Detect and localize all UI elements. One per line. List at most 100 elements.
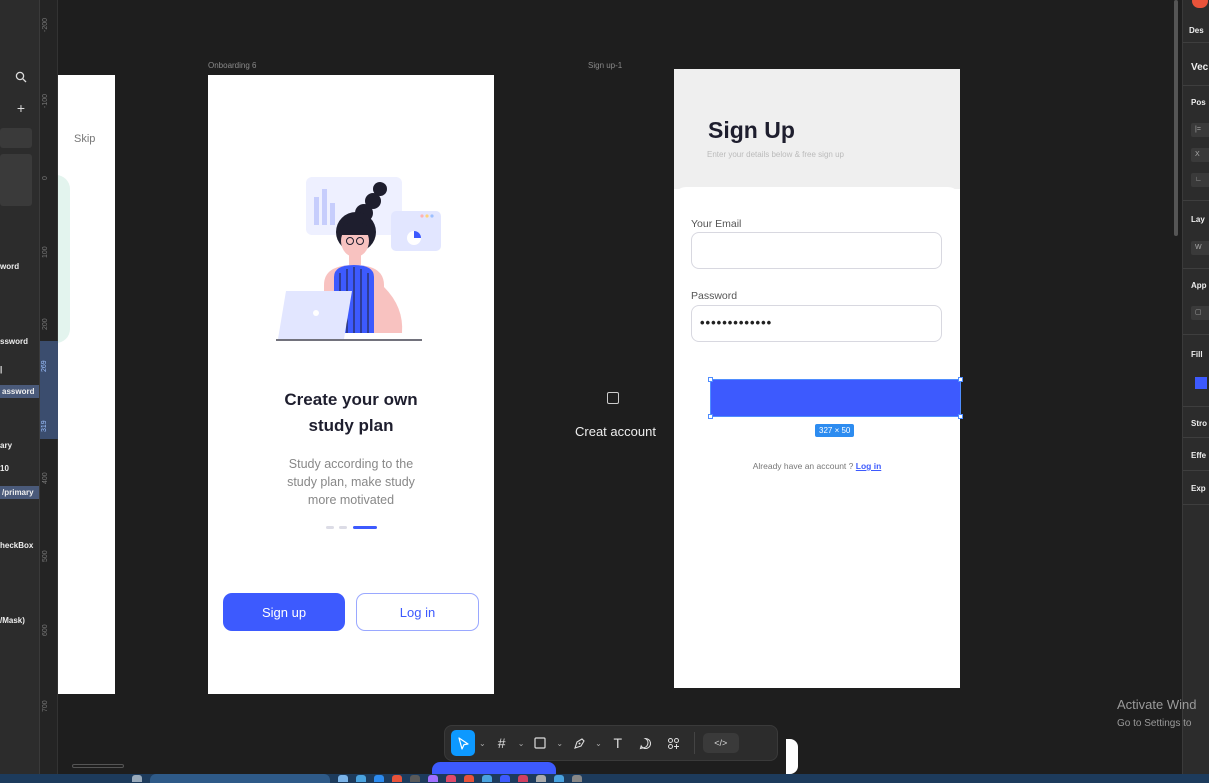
page-indicator-dot <box>326 526 334 529</box>
move-tool-icon[interactable] <box>451 730 475 756</box>
chevron-down-icon[interactable]: ⌄ <box>518 739 525 748</box>
frame-peek <box>432 762 556 774</box>
onboarding-desc-line2: study plan, make study <box>287 475 415 489</box>
rectangle-tool-icon[interactable] <box>528 730 552 756</box>
width-field[interactable]: W <box>1191 241 1209 255</box>
toolbar-divider <box>693 732 695 754</box>
login-link[interactable]: Log in <box>856 461 882 471</box>
page-indicator-active <box>353 526 377 529</box>
taskbar-icon[interactable] <box>518 775 528 782</box>
taskbar-icon[interactable] <box>374 775 384 782</box>
stroke-section[interactable]: Stro <box>1191 419 1207 428</box>
chevron-down-icon[interactable]: ⌄ <box>595 739 602 748</box>
resize-handle[interactable] <box>708 414 713 419</box>
divider <box>1183 42 1209 43</box>
password-value: ••••••••••••• <box>700 315 773 330</box>
chevron-down-icon[interactable]: ⌄ <box>479 739 486 748</box>
tab-design[interactable]: Des <box>1189 26 1204 35</box>
layers-panel: + word ssword | assword ary 10 /primary … <box>0 0 40 783</box>
taskbar-icon[interactable] <box>464 775 474 782</box>
frame-tool-icon[interactable]: # <box>490 730 514 756</box>
login-button[interactable]: Log in <box>356 593 479 631</box>
horizontal-scrollbar[interactable] <box>72 764 124 768</box>
layer-search-box[interactable] <box>0 128 32 148</box>
x-field[interactable]: X <box>1191 148 1209 162</box>
frame-peek <box>786 739 798 774</box>
layer-item[interactable]: ssword <box>0 337 28 346</box>
frame-label[interactable]: Onboarding 6 <box>208 61 256 70</box>
ruler-tick: 400 <box>42 472 49 484</box>
taskbar-icon[interactable] <box>356 775 366 782</box>
taskbar-icon[interactable] <box>554 775 564 782</box>
taskbar-icon[interactable] <box>446 775 456 782</box>
ruler-tick: 0 <box>42 176 49 180</box>
fill-section: Fill <box>1191 350 1203 359</box>
rotation-field[interactable]: ∟ <box>1191 173 1209 187</box>
ruler-tick: 600 <box>42 624 49 636</box>
actions-tool-icon[interactable] <box>662 730 686 756</box>
layer-item[interactable]: ary <box>0 441 12 450</box>
creat-account-label[interactable]: Creat account <box>575 424 656 439</box>
layer-item-selected[interactable]: assword <box>0 385 39 398</box>
onboarding-desc-line1: Study according to the <box>288 457 414 471</box>
taskbar-icon[interactable] <box>132 775 142 782</box>
taskbar-icon[interactable] <box>410 775 420 782</box>
already-have-account: Already have an account ? Log in <box>674 461 960 471</box>
mint-card <box>58 175 70 343</box>
resize-handle[interactable] <box>708 377 713 382</box>
taskbar-icon[interactable] <box>392 775 402 782</box>
divider <box>1183 470 1209 471</box>
taskbar-icon[interactable] <box>428 775 438 782</box>
frame-onboarding-previous[interactable]: Skip <box>58 75 115 694</box>
frame-onboarding-6[interactable]: Create your own study plan Study accordi… <box>208 75 494 694</box>
dimension-badge: 327 × 50 <box>815 424 855 437</box>
export-section[interactable]: Exp <box>1191 484 1206 493</box>
add-icon[interactable]: + <box>10 97 32 119</box>
layer-item[interactable]: heckBox <box>0 541 33 550</box>
checkbox-icon[interactable] <box>607 392 619 404</box>
ruler-tick: -200 <box>42 17 49 32</box>
taskbar-icon[interactable] <box>338 775 348 782</box>
appearance-section: App <box>1191 281 1207 290</box>
email-field[interactable] <box>691 232 942 269</box>
chevron-down-icon[interactable]: ⌄ <box>556 739 563 748</box>
layer-item-selected[interactable]: /primary <box>0 486 39 499</box>
layer-item[interactable]: | <box>0 365 2 374</box>
avatar[interactable] <box>1192 0 1208 8</box>
fill-swatch[interactable] <box>1195 377 1207 389</box>
pen-tool-icon[interactable] <box>567 730 591 756</box>
skip-link[interactable]: Skip <box>74 133 95 145</box>
align-left-icon[interactable]: |= <box>1191 123 1209 137</box>
layer-item[interactable]: 10 <box>0 464 9 473</box>
resize-handle[interactable] <box>958 414 963 419</box>
taskbar-icon[interactable] <box>500 775 510 782</box>
search-icon[interactable] <box>10 66 32 88</box>
email-label: Your Email <box>691 218 742 230</box>
resize-handle[interactable] <box>958 377 963 382</box>
layer-item[interactable]: word <box>0 262 19 271</box>
bottom-toolbar: ⌄ # ⌄ ⌄ ⌄ T </> <box>444 725 778 761</box>
taskbar-icon[interactable] <box>536 775 546 782</box>
divider <box>1183 85 1209 86</box>
vertical-scrollbar[interactable] <box>1174 0 1178 236</box>
text-tool-icon[interactable]: T <box>606 730 630 756</box>
onboarding-title-line1: Create your own <box>284 390 418 409</box>
signup-button[interactable]: Sign up <box>223 593 345 631</box>
taskbar-search[interactable] <box>150 774 330 783</box>
effects-section[interactable]: Effe <box>1191 451 1206 460</box>
taskbar-icon[interactable] <box>572 775 582 782</box>
comment-tool-icon[interactable] <box>634 730 658 756</box>
taskbar-icon[interactable] <box>482 775 492 782</box>
divider <box>1183 334 1209 335</box>
already-text: Already have an account ? <box>752 461 854 471</box>
selected-button-rect[interactable] <box>710 379 961 417</box>
layer-item[interactable]: /Mask) <box>0 616 25 625</box>
frame-label[interactable]: Sign up-1 <box>588 61 622 70</box>
dev-mode-toggle[interactable]: </> <box>702 733 739 753</box>
ruler-tick: 700 <box>42 700 49 712</box>
signup-subtitle: Enter your details below & free sign up <box>707 150 844 159</box>
study-illustration <box>276 177 441 341</box>
layer-preview[interactable] <box>0 154 32 206</box>
password-field[interactable]: ••••••••••••• <box>691 305 942 342</box>
opacity-field[interactable]: ▢ <box>1191 306 1209 320</box>
